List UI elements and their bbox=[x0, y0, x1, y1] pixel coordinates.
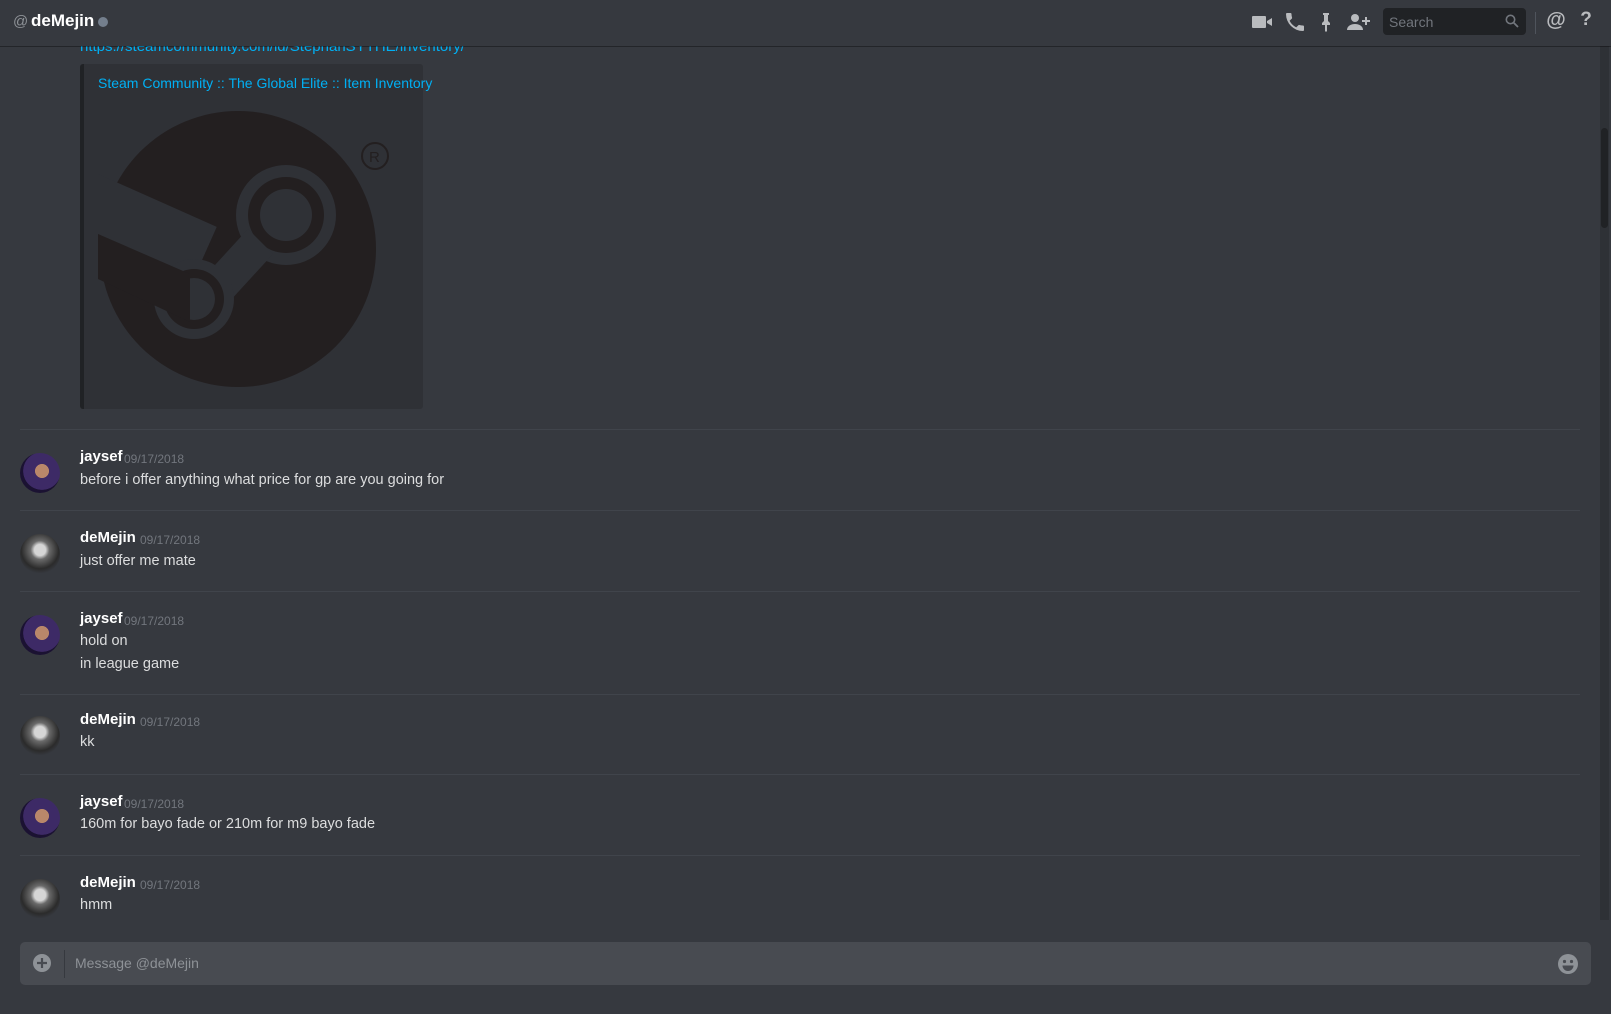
message-content: kk bbox=[80, 734, 95, 750]
message-divider bbox=[20, 591, 1580, 592]
message-divider bbox=[20, 694, 1580, 695]
message-content: hmm bbox=[80, 897, 113, 913]
message-divider bbox=[20, 510, 1580, 511]
video-call-icon[interactable] bbox=[1250, 10, 1274, 34]
message-author[interactable]: jaysef bbox=[80, 448, 123, 465]
avatar[interactable] bbox=[20, 879, 60, 919]
add-friend-icon[interactable] bbox=[1345, 10, 1370, 34]
help-icon[interactable]: ? bbox=[1577, 9, 1595, 33]
message-timestamp: 09/17/2018 bbox=[140, 878, 201, 892]
composer-divider bbox=[64, 950, 65, 978]
svg-text:R: R bbox=[369, 149, 380, 166]
search-input[interactable]: Search bbox=[1383, 8, 1526, 35]
message-author[interactable]: deMejin bbox=[80, 711, 136, 728]
message-author[interactable]: deMejin bbox=[80, 529, 136, 546]
avatar[interactable] bbox=[20, 534, 60, 574]
status-indicator bbox=[98, 17, 108, 27]
message-content: just offer me mate bbox=[80, 553, 196, 569]
message-timestamp: 09/17/2018 bbox=[140, 715, 201, 729]
emoji-icon[interactable] bbox=[1557, 953, 1579, 980]
avatar[interactable] bbox=[20, 716, 60, 756]
header-divider bbox=[1535, 12, 1536, 34]
message-timestamp: 09/17/2018 bbox=[124, 614, 185, 628]
message-content: 160m for bayo fade or 210m for m9 bayo f… bbox=[80, 816, 376, 832]
message-list[interactable]: https://steamcommunity.com/id/StephanSYT… bbox=[0, 46, 1600, 920]
upload-plus-icon[interactable] bbox=[32, 953, 52, 978]
avatar[interactable] bbox=[20, 798, 60, 838]
dm-recipient-name[interactable]: deMejin bbox=[31, 11, 94, 31]
dm-at-symbol: @ bbox=[13, 13, 29, 30]
message-author[interactable]: deMejin bbox=[80, 874, 136, 891]
channel-header: @ deMejin Search @ ? bbox=[0, 0, 1611, 46]
message-divider bbox=[20, 429, 1580, 430]
message-content: hold on bbox=[80, 633, 128, 649]
pin-icon[interactable] bbox=[1314, 10, 1338, 34]
scrollbar-thumb[interactable] bbox=[1601, 128, 1608, 228]
message-content: before i offer anything what price for g… bbox=[80, 472, 445, 488]
mention-icon[interactable]: @ bbox=[1545, 9, 1567, 33]
embed-link[interactable]: https://steamcommunity.com/id/StephanSYT… bbox=[80, 46, 465, 55]
link-embed: Steam Community :: The Global Elite :: I… bbox=[73, 64, 432, 409]
message-timestamp: 09/17/2018 bbox=[124, 452, 185, 466]
avatar[interactable] bbox=[20, 453, 60, 493]
embed-title[interactable]: Steam Community :: The Global Elite :: I… bbox=[98, 75, 432, 91]
voice-call-icon[interactable] bbox=[1283, 10, 1307, 34]
message-input[interactable]: Message @deMejin bbox=[75, 955, 199, 971]
message-timestamp: 09/17/2018 bbox=[140, 533, 201, 547]
steam-logo-icon[interactable]: R bbox=[73, 104, 398, 399]
message-divider bbox=[20, 774, 1580, 775]
message-timestamp: 09/17/2018 bbox=[124, 797, 185, 811]
avatar[interactable] bbox=[20, 615, 60, 655]
message-divider bbox=[20, 855, 1580, 856]
message-content: in league game bbox=[80, 656, 180, 672]
search-icon bbox=[1505, 14, 1519, 33]
message-composer[interactable]: Message @deMejin bbox=[20, 942, 1591, 985]
message-author[interactable]: jaysef bbox=[80, 793, 123, 810]
message-author[interactable]: jaysef bbox=[80, 610, 123, 627]
search-placeholder: Search bbox=[1389, 14, 1434, 30]
